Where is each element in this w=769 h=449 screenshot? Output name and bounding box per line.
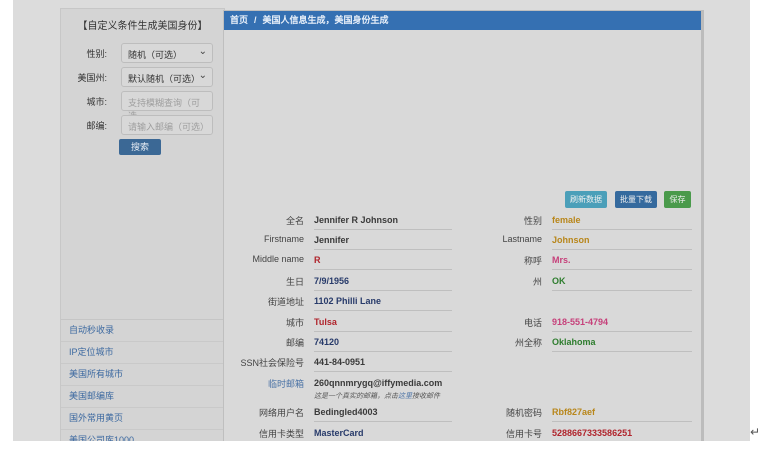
middlename-value: R [314,255,452,270]
info-row: 街道地址 1102 Philli Lane [224,293,702,313]
password-label: 随机密码 [505,408,542,418]
username-label: 网络用户名 [258,408,304,418]
username-value: Bedingled4003 [314,407,452,422]
sidebar: 【自定义条件生成美国身份】 性别: 随机（可选） ⌄ 美国州: 默认随机（可选）… [60,8,225,441]
search-button[interactable]: 搜索 [119,139,161,155]
state-label: 州 [532,277,542,287]
gender-label: 性别 [523,216,542,226]
address-value: 1102 Philli Lane [314,296,452,311]
temp-email-label[interactable]: 临时邮箱 [224,377,304,390]
sidebar-item-yellow-pages[interactable]: 国外常用黄页 [61,408,224,430]
fullname-label: 全名 [285,216,304,226]
title-label: 称呼 [523,256,542,266]
email-note-prefix: 这是一个真实的邮箱，点击 [314,393,398,400]
zip-row: 邮编: 请输入邮编（可选） [61,115,224,137]
birthday-label: 生日 [285,277,304,287]
email-note-suffix: 接收邮件 [412,393,440,400]
city-value: Tulsa [314,317,452,332]
lastname-label: Lastname [502,234,542,244]
batch-download-button[interactable]: 批量下载 [615,191,657,208]
fullname-value: Jennifer R Johnson [314,215,452,230]
breadcrumb-home[interactable]: 首页 [230,15,248,25]
card-number-label: 信用卡号 [505,429,542,439]
sidebar-item-company-db[interactable]: 美国公司库1000 [61,430,224,441]
middlename-label: Middle name [252,254,304,264]
info-row: SSN社会保险号 441-84-0951 [224,354,702,374]
phone-label: 电话 [523,318,542,328]
city-row: 城市: 支持模糊查询（可选 [61,91,224,121]
sidebar-item-all-cities[interactable]: 美国所有城市 [61,364,224,386]
gender-select-value: 随机（可选） [128,50,183,60]
app-window: 【自定义条件生成美国身份】 性别: 随机（可选） ⌄ 美国州: 默认随机（可选）… [13,0,750,441]
zip-input[interactable]: 请输入邮编（可选） [121,115,213,135]
state-select-value: 默认随机（可选） [128,74,201,84]
card-type-label: 信用卡类型 [258,429,304,439]
gender-row: 性别: 随机（可选） ⌄ [61,43,224,65]
breadcrumb: 首页 / 美国人信息生成，美国身份生成 [224,11,702,30]
city-label: 城市: [86,97,107,107]
sidebar-item-auto-index[interactable]: 自动秒收录 [61,320,224,342]
lastname-value: Johnson [552,235,692,250]
firstname-value: Jennifer [314,235,452,250]
gender-value: female [552,215,692,230]
address-label: 街道地址 [267,297,304,307]
info-row: 生日 7/9/1956 州 OK [224,273,702,293]
breadcrumb-current: 美国人信息生成，美国身份生成 [262,15,389,25]
gender-select[interactable]: 随机（可选） ⌄ [121,43,213,63]
ssn-label: SSN社会保险号 [240,358,304,368]
refresh-data-button[interactable]: 刷新数据 [565,191,607,208]
state-row: 美国州: 默认随机（可选） ⌄ [61,67,224,89]
city-input[interactable]: 支持模糊查询（可选 [121,91,213,121]
state-full-value: Oklahoma [552,337,692,352]
state-value: OK [552,276,692,291]
info-row: 网络用户名 Bedingled4003 随机密码 Rbf827aef [224,404,702,424]
form-title: 【自定义条件生成美国身份】 [77,21,208,32]
save-button[interactable]: 保存 [664,191,691,208]
ssn-value: 441-84-0951 [314,357,452,372]
firstname-label: Firstname [263,234,304,244]
sidebar-item-ip-city[interactable]: IP定位城市 [61,342,224,364]
title-value: Mrs. [552,255,692,270]
sidebar-item-zip-db[interactable]: 美国邮编库 [61,386,224,408]
email-note: 这是一个真实的邮箱，点击这里接收邮件 [314,391,440,401]
return-arrow-icon: ↵ [750,425,761,439]
phone-value: 918-551-4794 [552,317,692,332]
page-scroll-edge [701,10,704,441]
card-number-value: 5288667333586251 [552,428,692,441]
chevron-down-icon: ⌄ [198,70,207,81]
info-row: 城市 Tulsa 电话 918-551-4794 [224,314,702,334]
breadcrumb-separator: / [254,15,257,25]
zip-label: 邮编: [86,121,107,131]
info-row: 全名 Jennifer R Johnson 性别 female [224,212,702,232]
zip-label: 邮编 [285,338,304,348]
zip-value: 74120 [314,337,452,352]
info-row: 邮编 74120 州全称 Oklahoma [224,334,702,354]
info-row: Firstname Jennifer Lastname Johnson [224,232,702,252]
city-label: 城市 [285,318,304,328]
chevron-down-icon: ⌄ [198,46,207,57]
state-full-label: 州全称 [514,338,542,348]
birthday-value: 7/9/1956 [314,276,452,291]
card-type-value: MasterCard [314,428,452,441]
gender-label: 性别: [86,49,107,59]
state-label: 美国州: [77,73,107,83]
info-row: Middle name R 称呼 Mrs. [224,252,702,272]
password-value: Rbf827aef [552,407,692,422]
info-row: 信用卡类型 MasterCard 信用卡号 5288667333586251 [224,425,702,441]
state-select[interactable]: 默认随机（可选） ⌄ [121,67,213,87]
main-panel: 首页 / 美国人信息生成，美国身份生成 刷新数据 批量下载 保存 全名 Jennif… [223,10,703,441]
sidebar-nav: 自动秒收录 IP定位城市 美国所有城市 美国邮编库 国外常用黄页 美国公司库10… [61,319,224,441]
email-note-link[interactable]: 这里 [398,393,412,400]
info-row: 临时邮箱 260qnnmrygq@iffymedia.com [224,375,702,395]
temp-email-value: 260qnnmrygq@iffymedia.com [314,378,443,388]
